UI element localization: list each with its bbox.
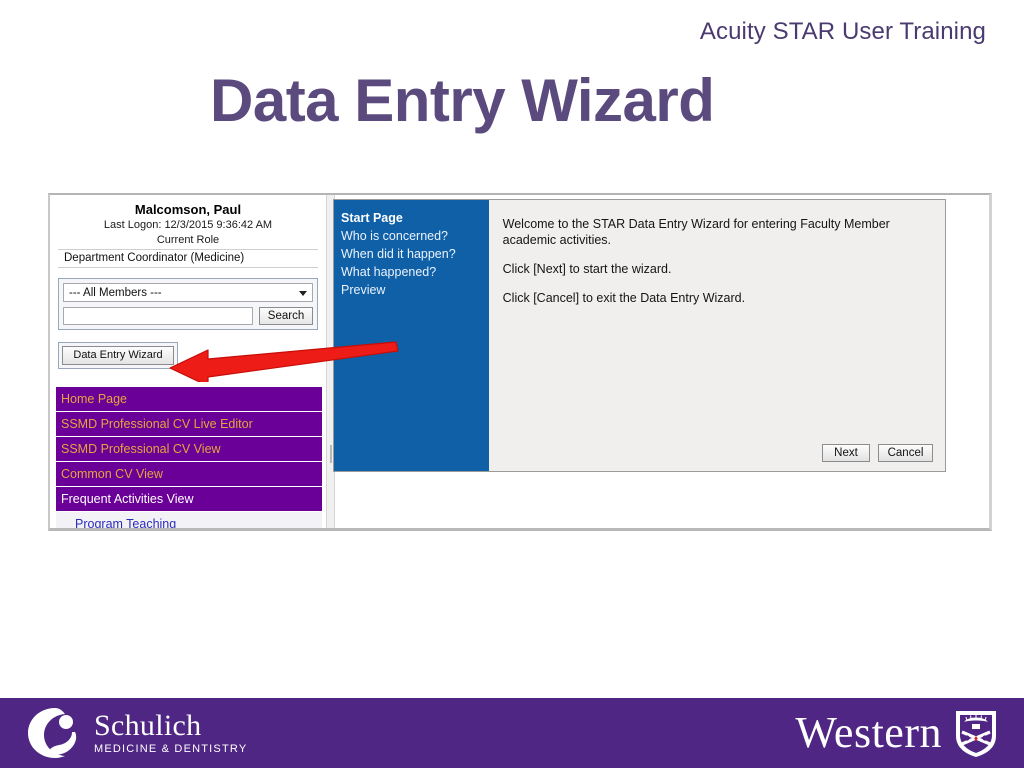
member-filter-selected-label: --- All Members --- (69, 287, 162, 299)
app-screenshot: Malcomson, Paul Last Logon: 12/3/2015 9:… (48, 193, 992, 531)
schulich-tagline: MEDICINE & DENTISTRY (94, 743, 248, 755)
sidebar-item-common-cv-view[interactable]: Common CV View (56, 462, 322, 487)
slide-kicker: Acuity STAR User Training (699, 18, 986, 45)
wizard-welcome-text: Welcome to the STAR Data Entry Wizard fo… (502, 217, 890, 247)
wizard-cancel-hint: Click [Cancel] to exit the Data Entry Wi… (502, 291, 746, 305)
search-input[interactable] (63, 307, 253, 325)
sidebar-item-home-page[interactable]: Home Page (56, 387, 322, 412)
current-role-value: Department Coordinator (Medicine) (58, 249, 318, 268)
schulich-logo: Schulich MEDICINE & DENTISTRY (26, 706, 247, 760)
schulich-mark-icon (28, 708, 77, 758)
wizard-action-bar: Next Cancel (822, 444, 933, 462)
data-entry-wizard-dialog: Start Page Who is concerned? When did it… (333, 199, 946, 472)
wizard-step-when-did-it-happen[interactable]: When did it happen? (341, 245, 489, 263)
slide-footer: Schulich MEDICINE & DENTISTRY Western (0, 698, 1024, 768)
schulich-wordmark: Schulich MEDICINE & DENTISTRY (94, 710, 247, 756)
search-button[interactable]: Search (259, 307, 313, 325)
data-entry-wizard-button[interactable]: Data Entry Wizard (62, 346, 174, 365)
member-filter-select[interactable]: --- All Members --- (63, 283, 313, 302)
page-title: Data Entry Wizard (210, 67, 715, 134)
member-search-group: --- All Members --- Search (58, 278, 318, 330)
sidebar-item-program-teaching[interactable]: Program Teaching (56, 512, 322, 528)
wizard-step-list: Start Page Who is concerned? When did it… (334, 200, 489, 471)
user-info-block: Malcomson, Paul Last Logon: 12/3/2015 9:… (52, 195, 324, 268)
sidebar-nav-list: Home Page SSMD Professional CV Live Edit… (56, 387, 322, 528)
wizard-step-what-happened[interactable]: What happened? (341, 263, 489, 281)
wizard-next-hint: Click [Next] to start the wizard. (502, 262, 672, 276)
user-name: Malcomson, Paul (134, 202, 242, 217)
wizard-step-preview[interactable]: Preview (341, 281, 489, 299)
chevron-down-icon (299, 291, 307, 296)
scrollbar-grip (330, 445, 332, 463)
schulich-name: Schulich (94, 709, 202, 742)
western-shield-icon (956, 711, 996, 757)
western-logo: Western (795, 708, 998, 758)
sidebar-item-frequent-activities-view[interactable]: Frequent Activities View (56, 487, 322, 512)
next-button[interactable]: Next (822, 444, 870, 462)
wizard-body: Welcome to the STAR Data Entry Wizard fo… (488, 200, 945, 471)
data-entry-wizard-group: Data Entry Wizard (58, 342, 178, 369)
wizard-step-who-is-concerned[interactable]: Who is concerned? (341, 227, 489, 245)
sidebar-item-ssmd-professional-cv-live-editor[interactable]: SSMD Professional CV Live Editor (56, 412, 322, 437)
last-logon: Last Logon: 12/3/2015 9:36:42 AM (103, 219, 273, 231)
sidebar-item-ssmd-professional-cv-view[interactable]: SSMD Professional CV View (56, 437, 322, 462)
cancel-button[interactable]: Cancel (878, 444, 933, 462)
left-navigation-pane: Malcomson, Paul Last Logon: 12/3/2015 9:… (52, 195, 324, 528)
western-name: Western (795, 708, 942, 757)
current-role-label: Current Role (156, 234, 220, 246)
wizard-step-start-page[interactable]: Start Page (341, 209, 489, 227)
